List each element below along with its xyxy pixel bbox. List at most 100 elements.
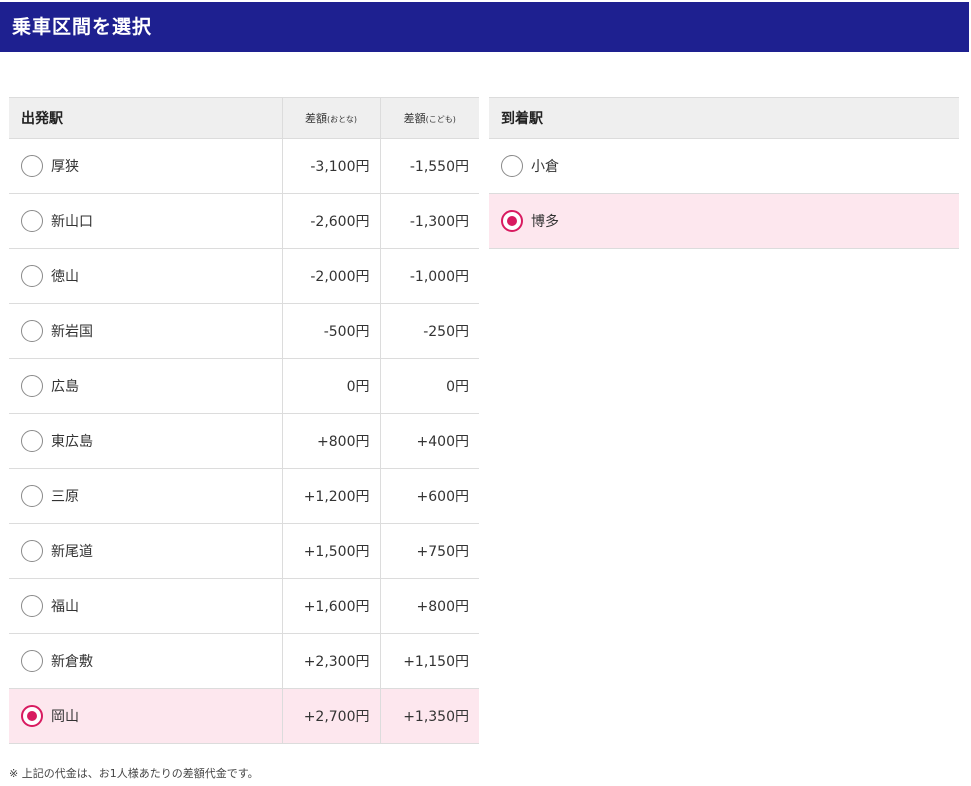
station-radio-option[interactable]: 三原	[21, 485, 282, 507]
child-diff-cell: -1,000円	[379, 248, 479, 304]
adult-diff-cell: +1,500円	[281, 523, 380, 579]
station-name: 小倉	[531, 159, 559, 175]
child-diff-cell: +1,150円	[379, 633, 479, 689]
radio-icon[interactable]	[21, 320, 43, 342]
station-cell[interactable]: 広島	[9, 358, 282, 414]
departure-station-header: 出発駅	[9, 97, 282, 139]
station-name: 福山	[51, 599, 79, 615]
radio-selected-icon[interactable]	[501, 210, 523, 232]
departure-row[interactable]: 徳山 -2,000円 -1,000円	[9, 248, 479, 304]
station-cell[interactable]: 岡山	[9, 688, 282, 744]
radio-icon[interactable]	[21, 485, 43, 507]
station-name: 新山口	[51, 214, 93, 230]
station-radio-option[interactable]: 新尾道	[21, 540, 282, 562]
adult-diff-cell: -500円	[281, 303, 380, 359]
adult-diff-cell: -2,600円	[281, 193, 380, 249]
child-diff-cell: +600円	[379, 468, 479, 524]
departure-row[interactable]: 新山口 -2,600円 -1,300円	[9, 193, 479, 249]
child-diff-cell: -1,300円	[379, 193, 479, 249]
adult-diff-header: 差額(おとな)	[281, 97, 380, 139]
child-diff-header-sub: (こども)	[425, 115, 456, 124]
adult-diff-cell: +2,700円	[281, 688, 380, 744]
adult-diff-cell: -3,100円	[281, 138, 380, 194]
radio-icon[interactable]	[21, 540, 43, 562]
arrival-row[interactable]: 博多	[489, 193, 959, 249]
station-cell[interactable]: 新山口	[9, 193, 282, 249]
arrival-station-header: 到着駅	[489, 97, 959, 139]
departure-row[interactable]: 三原 +1,200円 +600円	[9, 468, 479, 524]
station-radio-option[interactable]: 福山	[21, 595, 282, 617]
radio-icon[interactable]	[21, 430, 43, 452]
station-name: 徳山	[51, 269, 79, 285]
arrival-row[interactable]: 小倉	[489, 138, 959, 194]
station-name: 新倉敷	[51, 654, 93, 670]
child-diff-cell: +750円	[379, 523, 479, 579]
station-cell[interactable]: 厚狭	[9, 138, 282, 194]
departure-row[interactable]: 広島 0円 0円	[9, 358, 479, 414]
station-cell[interactable]: 新尾道	[9, 523, 282, 579]
child-diff-cell: 0円	[379, 358, 479, 414]
adult-diff-header-label: 差額	[304, 112, 327, 125]
adult-diff-cell: +2,300円	[281, 633, 380, 689]
page-header: 乗車区間を選択	[0, 2, 969, 52]
radio-icon[interactable]	[21, 375, 43, 397]
adult-diff-cell: -2,000円	[281, 248, 380, 304]
departure-row[interactable]: 厚狭 -3,100円 -1,550円	[9, 138, 479, 194]
child-diff-cell: +800円	[379, 578, 479, 634]
station-cell[interactable]: 徳山	[9, 248, 282, 304]
adult-diff-cell: +1,600円	[281, 578, 380, 634]
arrival-header-row: 到着駅	[489, 97, 959, 139]
station-radio-option[interactable]: 東広島	[21, 430, 282, 452]
station-name: 三原	[51, 489, 79, 505]
radio-icon[interactable]	[501, 155, 523, 177]
radio-selected-icon[interactable]	[21, 705, 43, 727]
child-diff-header-label: 差額	[403, 112, 426, 125]
departure-row[interactable]: 岡山 +2,700円 +1,350円	[9, 688, 479, 744]
radio-icon[interactable]	[21, 155, 43, 177]
radio-icon[interactable]	[21, 265, 43, 287]
station-cell[interactable]: 小倉	[489, 138, 959, 194]
departure-row[interactable]: 新倉敷 +2,300円 +1,150円	[9, 633, 479, 689]
departure-row[interactable]: 新尾道 +1,500円 +750円	[9, 523, 479, 579]
adult-diff-cell: +800円	[281, 413, 380, 469]
station-name: 厚狭	[51, 159, 79, 175]
station-cell[interactable]: 博多	[489, 193, 959, 249]
station-name: 新岩国	[51, 324, 93, 340]
station-name: 岡山	[51, 709, 79, 725]
station-radio-option[interactable]: 徳山	[21, 265, 282, 287]
station-radio-option[interactable]: 新山口	[21, 210, 282, 232]
adult-diff-cell: +1,200円	[281, 468, 380, 524]
radio-icon[interactable]	[21, 650, 43, 672]
station-name: 博多	[531, 214, 559, 230]
child-diff-cell: +400円	[379, 413, 479, 469]
station-name: 新尾道	[51, 544, 93, 560]
station-cell[interactable]: 新倉敷	[9, 633, 282, 689]
station-radio-option[interactable]: 広島	[21, 375, 282, 397]
station-name: 東広島	[51, 434, 93, 450]
radio-icon[interactable]	[21, 210, 43, 232]
station-radio-option[interactable]: 厚狭	[21, 155, 282, 177]
departure-row[interactable]: 東広島 +800円 +400円	[9, 413, 479, 469]
station-radio-option[interactable]: 新倉敷	[21, 650, 282, 672]
station-radio-option[interactable]: 博多	[501, 210, 959, 232]
radio-icon[interactable]	[21, 595, 43, 617]
child-diff-cell: +1,350円	[379, 688, 479, 744]
child-diff-header: 差額(こども)	[379, 97, 479, 139]
station-cell[interactable]: 新岩国	[9, 303, 282, 359]
departure-table: 出発駅 差額(おとな) 差額(こども) 厚狭 -3,100円 -1,550円 新山口 -…	[9, 97, 479, 744]
station-cell[interactable]: 福山	[9, 578, 282, 634]
station-name: 広島	[51, 379, 79, 395]
fare-note: ※ 上記の代金は、お1人様あたりの差額代金です。	[9, 767, 259, 780]
station-cell[interactable]: 三原	[9, 468, 282, 524]
child-diff-cell: -250円	[379, 303, 479, 359]
station-radio-option[interactable]: 岡山	[21, 705, 282, 727]
child-diff-cell: -1,550円	[379, 138, 479, 194]
adult-diff-cell: 0円	[281, 358, 380, 414]
station-radio-option[interactable]: 小倉	[501, 155, 959, 177]
station-cell[interactable]: 東広島	[9, 413, 282, 469]
departure-header-row: 出発駅 差額(おとな) 差額(こども)	[9, 97, 479, 139]
station-radio-option[interactable]: 新岩国	[21, 320, 282, 342]
adult-diff-header-sub: (おとな)	[326, 115, 357, 124]
departure-row[interactable]: 新岩国 -500円 -250円	[9, 303, 479, 359]
departure-row[interactable]: 福山 +1,600円 +800円	[9, 578, 479, 634]
